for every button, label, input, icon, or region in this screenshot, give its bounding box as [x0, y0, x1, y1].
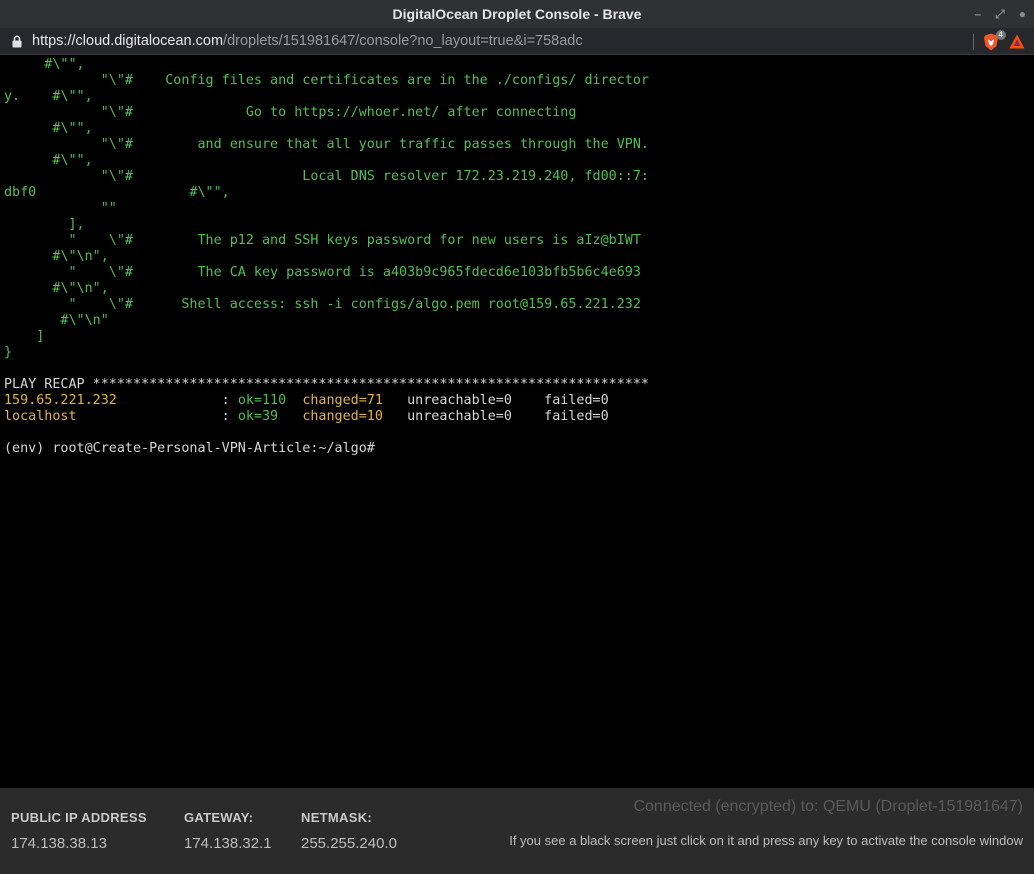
terminal-text: "\"# Config files and certificates are i… — [4, 73, 649, 88]
gateway-label: GATEWAY: — [184, 810, 254, 825]
url-prefix: https:// — [32, 33, 76, 49]
url-path: /droplets/151981647/console?no_layout=tr… — [223, 33, 583, 49]
terminal-text: unreachable=0 failed=0 — [382, 393, 609, 408]
netmask-value: 255.255.240.0 — [301, 835, 397, 852]
terminal-text: #\"", — [4, 153, 93, 168]
gateway-block: GATEWAY: 174.138.32.1 — [184, 810, 272, 852]
terminal-line: #\"", — [4, 57, 1034, 73]
console-footer: PUBLIC IP ADDRESS 174.138.38.13 GATEWAY:… — [0, 788, 1034, 874]
terminal-text: #\"\n", — [4, 249, 109, 264]
terminal-text: ] — [4, 329, 45, 344]
terminal-text: #\"\n", — [4, 281, 109, 296]
gateway-value: 174.138.32.1 — [184, 835, 272, 852]
terminal-text: " \"# The CA key password is a403b9c965f… — [4, 265, 641, 280]
terminal-text: "" — [4, 201, 117, 216]
url-actions: 4 — [973, 28, 1026, 55]
terminal-text: #\"", — [4, 57, 85, 72]
terminal-line: ], — [4, 217, 1034, 233]
terminal-line: " \"# The p12 and SSH keys password for … — [4, 233, 1034, 249]
terminal-line: "\"# Config files and certificates are i… — [4, 73, 1034, 89]
terminal-line: "" — [4, 201, 1034, 217]
url-host: cloud.digitalocean.com — [75, 33, 224, 49]
shields-count-badge: 4 — [995, 29, 1006, 40]
terminal-text: y. #\"", — [4, 89, 93, 104]
terminal-text: changed=71 — [302, 393, 383, 408]
terminal-line: #\"\n", — [4, 249, 1034, 265]
terminal-line: localhost : ok=39 changed=10 unreachable… — [4, 409, 1034, 425]
terminal-text: : — [116, 393, 238, 408]
terminal-line: y. #\"", — [4, 89, 1034, 105]
terminal-text: 159.65.221.232 — [4, 393, 117, 408]
terminal-text: (env) root@Create-Personal-VPN-Article:~… — [4, 441, 375, 456]
window-title: DigitalOcean Droplet Console - Brave — [392, 6, 642, 22]
terminal-line: #\"\n", — [4, 281, 1034, 297]
public-ip-value: 174.138.38.13 — [11, 835, 107, 852]
minimize-icon[interactable]: – — [974, 8, 981, 20]
terminal-line: dbf0 #\"", — [4, 185, 1034, 201]
terminal-line: ] — [4, 329, 1034, 345]
maximize-icon[interactable]: ⤢ — [995, 8, 1005, 20]
terminal-line: } — [4, 345, 1034, 361]
terminal-text: ], — [4, 217, 85, 232]
terminal-text: dbf0 #\"", — [4, 185, 230, 200]
public-ip-block: PUBLIC IP ADDRESS 174.138.38.13 — [11, 810, 147, 852]
bat-triangle-icon[interactable] — [1008, 33, 1026, 51]
terminal-text: } — [4, 345, 13, 360]
terminal-line: "\"# Go to https://whoer.net/ after conn… — [4, 105, 1034, 121]
close-icon[interactable]: ● — [1019, 8, 1026, 20]
lock-icon[interactable] — [10, 34, 24, 48]
terminal-text: unreachable=0 failed=0 — [382, 409, 609, 424]
brave-shields-icon[interactable]: 4 — [982, 29, 1006, 51]
terminal-text: changed=10 — [302, 409, 383, 424]
url-text[interactable]: https://cloud.digitalocean.com/droplets/… — [32, 33, 583, 49]
terminal-line: #\"\n" — [4, 313, 1034, 329]
window-controls: – ⤢ ● — [974, 0, 1026, 28]
public-ip-label: PUBLIC IP ADDRESS — [11, 810, 147, 825]
terminal-text: : — [76, 409, 238, 424]
terminal-line: (env) root@Create-Personal-VPN-Article:~… — [4, 441, 1034, 457]
terminal-text: " \"# The p12 and SSH keys password for … — [4, 233, 641, 248]
terminal-text: "\"# Local DNS resolver 172.23.219.240, … — [4, 169, 649, 184]
terminal-text: ok=110 — [237, 393, 287, 408]
terminal-text: "\"# and ensure that all your traffic pa… — [4, 137, 649, 152]
terminal-line: #\"", — [4, 121, 1034, 137]
terminal-text: ok=39 — [237, 409, 279, 424]
terminal-line: "\"# and ensure that all your traffic pa… — [4, 137, 1034, 153]
address-bar[interactable]: https://cloud.digitalocean.com/droplets/… — [0, 28, 1034, 55]
terminal-text: #\"", — [4, 121, 93, 136]
terminal-text: PLAY RECAP *****************************… — [4, 377, 649, 392]
console-hint: If you see a black screen just click on … — [509, 833, 1023, 848]
terminal-line: PLAY RECAP *****************************… — [4, 377, 1034, 393]
console-terminal[interactable]: #\"", "\"# Config files and certificates… — [0, 55, 1034, 788]
connection-status: Connected (encrypted) to: QEMU (Droplet-… — [633, 798, 1023, 815]
terminal-text: " \"# Shell access: ssh -i configs/algo.… — [4, 297, 641, 312]
url-separator — [973, 33, 974, 50]
terminal-text: "\"# Go to https://whoer.net/ after conn… — [4, 105, 577, 120]
terminal-line: " \"# The CA key password is a403b9c965f… — [4, 265, 1034, 281]
terminal-text: #\"\n" — [4, 313, 109, 328]
terminal-text: localhost — [4, 409, 77, 424]
terminal-line: #\"", — [4, 153, 1034, 169]
terminal-line: " \"# Shell access: ssh -i configs/algo.… — [4, 297, 1034, 313]
netmask-block: NETMASK: 255.255.240.0 — [301, 810, 397, 852]
window-titlebar: DigitalOcean Droplet Console - Brave – ⤢… — [0, 0, 1034, 28]
terminal-line: 159.65.221.232 : ok=110 changed=71 unrea… — [4, 393, 1034, 409]
netmask-label: NETMASK: — [301, 810, 373, 825]
terminal-line: "\"# Local DNS resolver 172.23.219.240, … — [4, 169, 1034, 185]
